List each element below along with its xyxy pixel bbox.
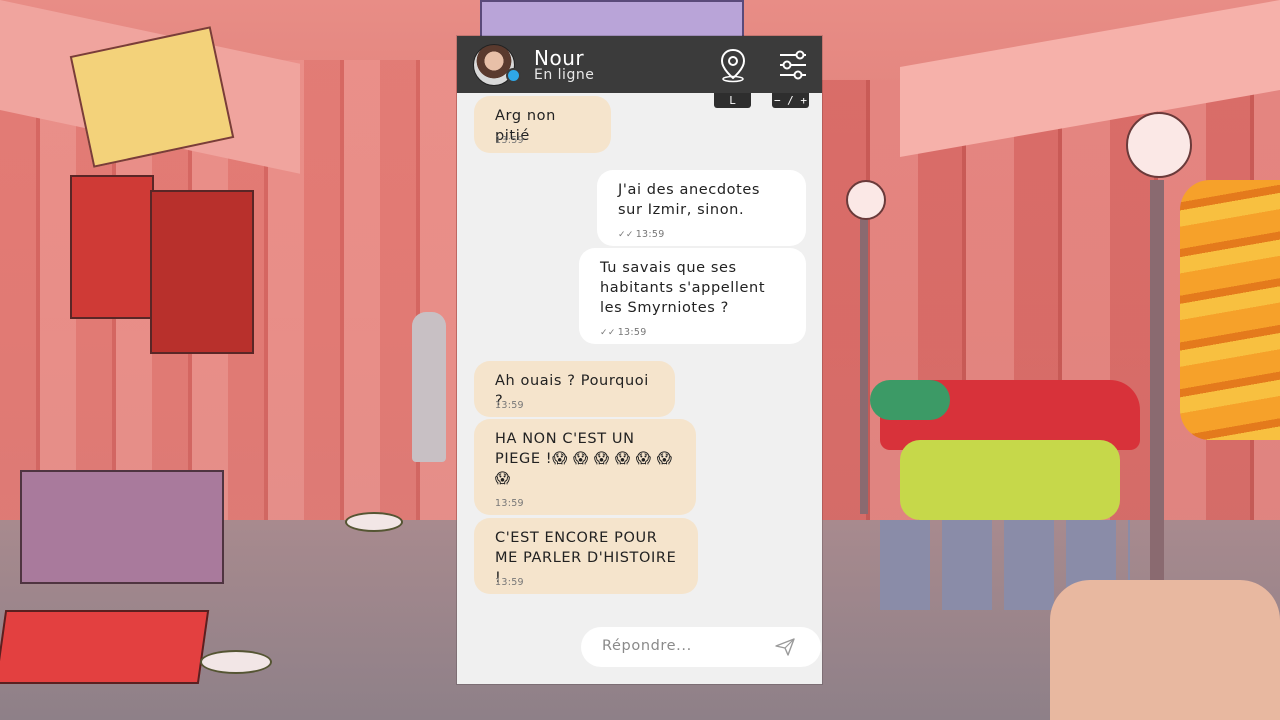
message-time: 13:59	[495, 400, 524, 411]
message-bubble-incoming: C'EST ENCORE POUR ME PARLER D'HISTOIRE !…	[474, 518, 698, 594]
message-time: ✓✓ 13:59	[618, 229, 665, 240]
message-text: J'ai des anecdotes sur Izmir, sinon.	[618, 182, 761, 218]
sliders-icon[interactable]	[772, 46, 814, 84]
paper-plane-icon[interactable]	[775, 638, 795, 656]
message-text: HA NON C'EST UN PIEGE !😱 😱 😱 😱 😱 😱 😱	[495, 431, 673, 487]
chat-phone-window: Nour En ligne Arg non pitié 13:59 J'ai d…	[457, 36, 822, 684]
message-bubble-outgoing: J'ai des anecdotes sur Izmir, sinon. ✓✓ 1…	[597, 170, 806, 246]
reply-placeholder: Répondre...	[602, 638, 692, 654]
reply-input[interactable]: Répondre...	[581, 627, 821, 667]
message-time: ✓✓ 13:59	[600, 327, 647, 338]
message-bubble-incoming: Arg non pitié 13:59	[474, 96, 611, 153]
message-time: 13:59	[495, 135, 524, 146]
map-pin-icon[interactable]	[713, 46, 753, 84]
message-bubble-incoming: HA NON C'EST UN PIEGE !😱 😱 😱 😱 😱 😱 😱 13:…	[474, 419, 696, 515]
message-time: 13:59	[495, 577, 524, 588]
chat-header: Nour En ligne	[457, 36, 822, 93]
map-key-hint: L	[714, 93, 751, 108]
read-receipt-icon: ✓✓	[618, 230, 634, 240]
message-text: Tu savais que ses habitants s'appellent …	[600, 260, 766, 316]
message-bubble-outgoing: Tu savais que ses habitants s'appellent …	[579, 248, 806, 344]
online-status-dot	[506, 68, 521, 83]
contact-status: En ligne	[534, 67, 595, 83]
message-time: 13:59	[495, 498, 524, 509]
message-bubble-incoming: Ah ouais ? Pourquoi ? 13:59	[474, 361, 675, 417]
zoom-key-hint: − / +	[772, 93, 809, 108]
read-receipt-icon: ✓✓	[600, 328, 616, 338]
